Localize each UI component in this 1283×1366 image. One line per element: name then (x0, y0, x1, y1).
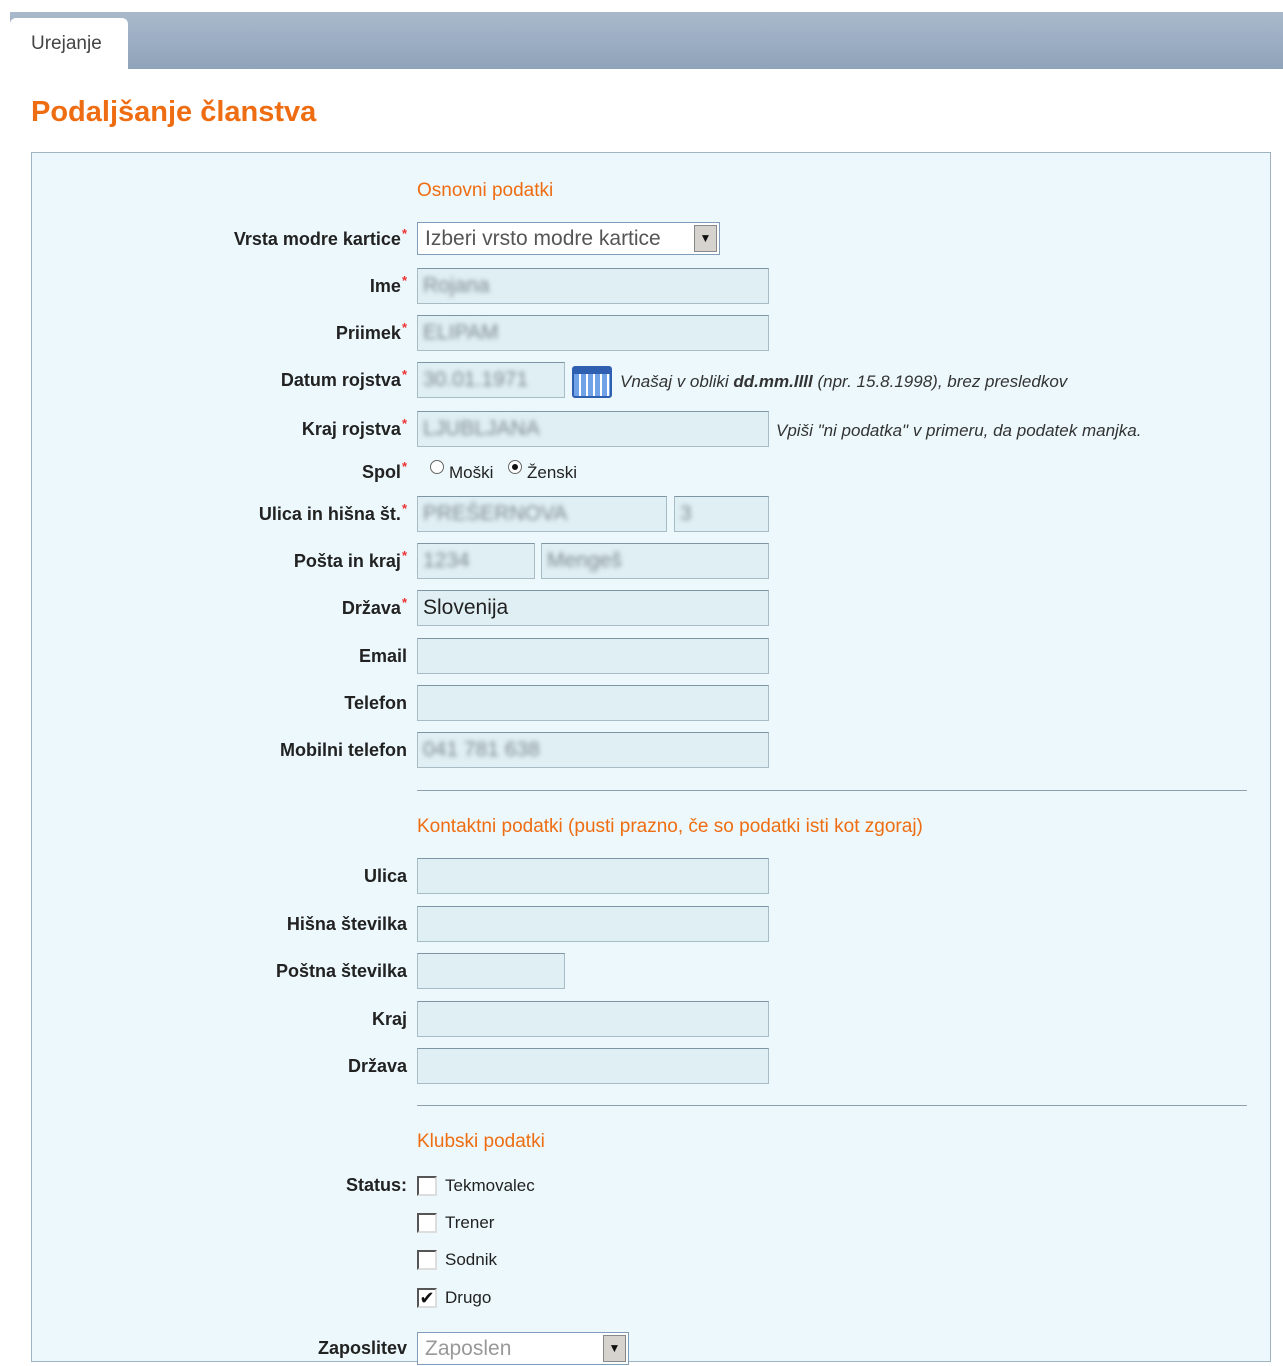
phone-label: Telefon (344, 693, 407, 713)
status-label-drugo: Drugo (445, 1288, 492, 1307)
status-checkbox-drugo[interactable]: ✔ (417, 1288, 437, 1308)
tab-urejanje[interactable]: Urejanje (10, 18, 128, 70)
first-name-value: Rojana (423, 274, 490, 297)
required-mark: * (401, 595, 407, 610)
contact-postal-code-label: Poštna številka (275, 961, 407, 981)
required-mark: * (401, 367, 407, 382)
last-name-input[interactable]: ELIPAM (417, 315, 769, 351)
birth-place-input[interactable]: LJUBLJANA (417, 411, 769, 447)
section-divider (417, 1105, 1247, 1106)
email-input[interactable] (417, 638, 769, 674)
first-name-input[interactable]: Rojana (417, 268, 769, 304)
status-checkbox-sodnik[interactable] (417, 1250, 437, 1270)
section-title-basic: Osnovni podatki (417, 180, 554, 201)
status-label-trener: Trener (445, 1213, 495, 1232)
required-mark: * (401, 416, 407, 431)
section-title-club: Klubski podatki (417, 1131, 545, 1152)
section-divider (417, 790, 1247, 791)
birth-place-value: LJUBLJANA (423, 417, 540, 440)
birth-date-input[interactable]: 30.01.1971 (417, 362, 565, 398)
postal-code-value: 1234 (423, 549, 470, 572)
street-label: Ulica in hišna št.* (258, 501, 407, 524)
first-name-label: Ime* (369, 273, 407, 296)
street-value: PREŠERNOVA (423, 502, 568, 525)
gender-option-male: Moški (449, 463, 494, 482)
contact-postal-code-input[interactable] (417, 953, 565, 989)
status-label-tekmovalec: Tekmovalec (445, 1176, 535, 1195)
post-label: Pošta in kraj* (293, 548, 407, 571)
required-mark: * (401, 273, 407, 288)
check-icon: ✔ (419, 1288, 435, 1308)
contact-street-input[interactable] (417, 858, 769, 894)
required-mark: * (401, 459, 407, 474)
card-type-select[interactable]: Izberi vrsto modre kartice ▼ (417, 222, 720, 255)
contact-street-label: Ulica (363, 866, 407, 886)
birth-place-hint: Vpiši "ni podatka" v primeru, da podatek… (776, 421, 1142, 440)
birth-date-hint: Vnašaj v obliki dd.mm.llll (npr. 15.8.19… (620, 372, 1068, 391)
birth-date-value: 30.01.1971 (423, 368, 529, 391)
birth-date-label: Datum rojstva* (280, 367, 407, 390)
card-type-selected-value: Izberi vrsto modre kartice (425, 227, 661, 250)
contact-house-number-input[interactable] (417, 906, 769, 942)
employment-label: Zaposlitev (317, 1338, 407, 1358)
city-input[interactable]: Mengeš (541, 543, 769, 579)
country-label: Država* (341, 595, 407, 618)
status-checkbox-trener[interactable] (417, 1213, 437, 1233)
phone-input[interactable] (417, 685, 769, 721)
status-checkbox-tekmovalec[interactable] (417, 1176, 437, 1196)
country-input[interactable]: Slovenija (417, 590, 769, 626)
gender-radio-male[interactable] (430, 460, 444, 474)
required-mark: * (401, 501, 407, 516)
page-title: Podaljšanje članstva (31, 96, 317, 128)
tab-bar (10, 12, 1283, 69)
gender-radio-female[interactable] (508, 460, 522, 474)
status-label-sodnik: Sodnik (445, 1250, 497, 1269)
postal-code-input[interactable]: 1234 (417, 543, 535, 579)
house-number-value: 3 (680, 502, 692, 525)
mobile-value: 041 781 638 (423, 738, 540, 761)
mobile-label: Mobilni telefon (280, 740, 407, 760)
required-mark: * (401, 226, 407, 241)
required-mark: * (401, 548, 407, 563)
house-number-input[interactable]: 3 (674, 496, 769, 532)
city-value: Mengeš (547, 549, 622, 572)
mobile-input[interactable]: 041 781 638 (417, 732, 769, 768)
last-name-label: Priimek* (335, 320, 407, 343)
contact-city-label: Kraj (371, 1009, 407, 1029)
chevron-down-icon[interactable]: ▼ (694, 225, 717, 252)
calendar-icon[interactable] (572, 366, 612, 398)
gender-label: Spol* (361, 459, 407, 482)
birth-place-label: Kraj rojstva* (301, 416, 407, 439)
gender-option-female: Ženski (527, 463, 578, 482)
street-input[interactable]: PREŠERNOVA (417, 496, 667, 532)
contact-country-label: Država (347, 1056, 407, 1076)
section-title-contact: Kontaktni podatki (pusti prazno, če so p… (417, 816, 923, 837)
status-label: Status: (345, 1175, 407, 1195)
last-name-value: ELIPAM (423, 321, 499, 344)
contact-city-input[interactable] (417, 1001, 769, 1037)
required-mark: * (401, 320, 407, 335)
contact-country-input[interactable] (417, 1048, 769, 1084)
card-type-label: Vrsta modre kartice* (233, 226, 407, 249)
email-label: Email (358, 646, 407, 666)
contact-house-number-label: Hišna številka (286, 914, 407, 934)
